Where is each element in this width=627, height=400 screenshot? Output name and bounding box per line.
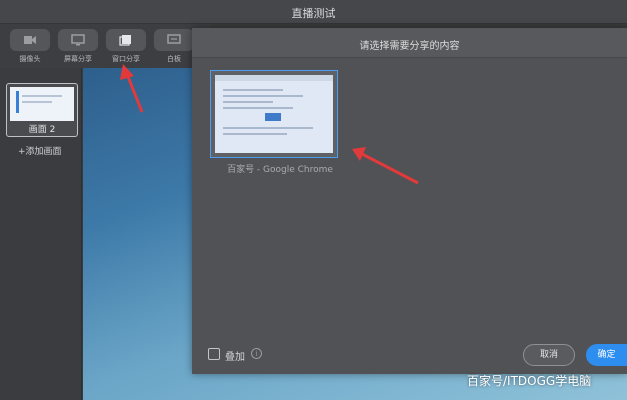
camera-label: 摄像头 — [19, 55, 41, 63]
scene-preview-image — [10, 87, 74, 121]
toolbar: 摄像头 屏幕分享 窗口分享 白板 — [0, 24, 210, 68]
whiteboard-label: 白板 — [167, 55, 181, 63]
ok-button[interactable]: 确定 — [586, 344, 627, 366]
window-preview-image — [215, 75, 333, 153]
overlay-checkbox[interactable] — [208, 348, 220, 360]
window-share-icon — [106, 29, 146, 51]
scene-panel: 画面 2 +添加画面 — [0, 68, 82, 400]
window-option-label: 百家号 - Google Chrome — [227, 165, 333, 175]
add-scene-button[interactable]: +添加画面 — [18, 144, 62, 157]
scene-thumbnail[interactable]: 画面 2 — [6, 83, 78, 137]
cancel-button[interactable]: 取消 — [523, 344, 575, 366]
info-icon[interactable]: i — [251, 348, 262, 359]
dialog-header: 请选择需要分享的内容 — [192, 28, 627, 58]
window-share-button[interactable]: 窗口分享 — [104, 29, 148, 67]
share-dialog: 请选择需要分享的内容 百家号 - Google Chrome 叠加 i 取消 确… — [192, 28, 627, 374]
screen-share-button[interactable]: 屏幕分享 — [56, 29, 100, 67]
camera-icon — [10, 29, 50, 51]
overlay-label: 叠加 — [225, 352, 245, 363]
window-titlebar: 直播测试 — [0, 0, 627, 24]
camera-button[interactable]: 摄像头 — [8, 29, 52, 67]
scene-label: 画面 2 — [28, 125, 56, 135]
whiteboard-button[interactable]: 白板 — [152, 29, 196, 67]
watermark: 百家号/ITDOGG学电脑 — [467, 374, 592, 388]
screen-share-icon — [58, 29, 98, 51]
whiteboard-icon — [154, 29, 194, 51]
window-share-label: 窗口分享 — [112, 55, 140, 63]
window-title: 直播测试 — [291, 7, 336, 20]
screen-share-label: 屏幕分享 — [64, 55, 92, 63]
window-option-chrome[interactable] — [210, 70, 338, 158]
dialog-title: 请选择需要分享的内容 — [359, 41, 460, 52]
